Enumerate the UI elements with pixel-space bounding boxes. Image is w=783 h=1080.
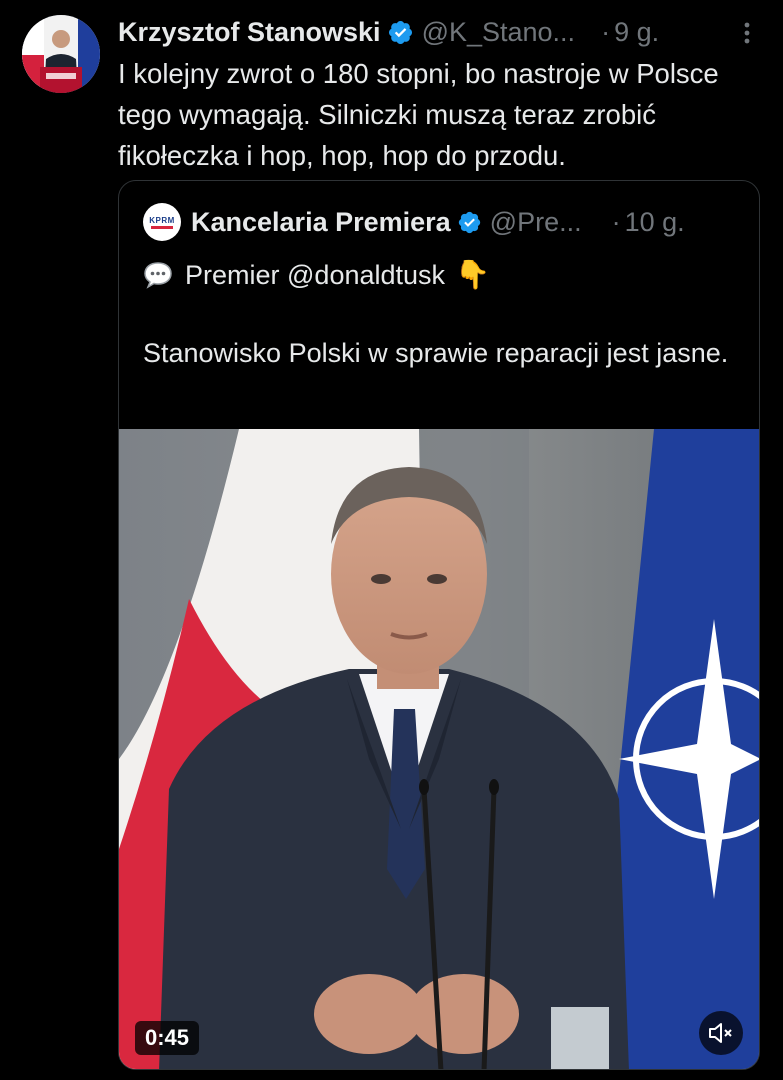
tweet[interactable]: Krzysztof Stanowski @K_Stano... · 9 g. I…: [0, 0, 783, 1080]
kprm-logo-bar: [151, 225, 173, 229]
author-avatar[interactable]: [22, 15, 100, 93]
tweet-text: I kolejny zwrot o 180 stopni, bo nastroj…: [118, 58, 719, 171]
quote-author-name[interactable]: Kancelaria Premiera: [191, 207, 451, 238]
speech-bubble-icon: [144, 262, 172, 289]
separator-dot: ·: [611, 206, 621, 237]
quote-line-1-text: Premier @donaldtusk: [185, 260, 446, 290]
verified-badge-icon: [388, 20, 412, 44]
quote-author-handle[interactable]: @Pre...: [490, 207, 582, 238]
separator-dot: ·: [601, 16, 611, 47]
kprm-logo-text: KPRM: [149, 215, 175, 225]
mute-icon: [709, 1023, 732, 1043]
verified-badge-icon: [458, 211, 480, 233]
more-dots-icon[interactable]: [735, 20, 759, 46]
avatar-image: [22, 15, 100, 93]
quoted-tweet[interactable]: KPRM Kancelaria Premiera @Pre... · 10 g.…: [118, 180, 760, 1070]
kprm-avatar[interactable]: KPRM: [143, 203, 181, 241]
quote-time[interactable]: 10 g.: [625, 207, 685, 238]
pointing-down-icon: 👇: [455, 259, 490, 290]
video-duration: 0:45: [135, 1021, 200, 1055]
mute-button[interactable]: [699, 1011, 743, 1055]
quote-line-2: Stanowisko Polski w sprawie reparacji je…: [143, 338, 729, 368]
quote-line-1: Premier @donaldtusk 👇: [143, 255, 490, 295]
tweet-time[interactable]: 9 g.: [614, 17, 659, 48]
video-frame: [119, 429, 759, 1069]
author-handle[interactable]: @K_Stano...: [422, 17, 576, 48]
quote-header: KPRM Kancelaria Premiera @Pre... · 10 g.: [143, 203, 735, 241]
video-player[interactable]: 0:45: [119, 429, 759, 1069]
tweet-header: Krzysztof Stanowski @K_Stano... · 9 g.: [118, 14, 763, 50]
author-name[interactable]: Krzysztof Stanowski: [118, 17, 381, 48]
